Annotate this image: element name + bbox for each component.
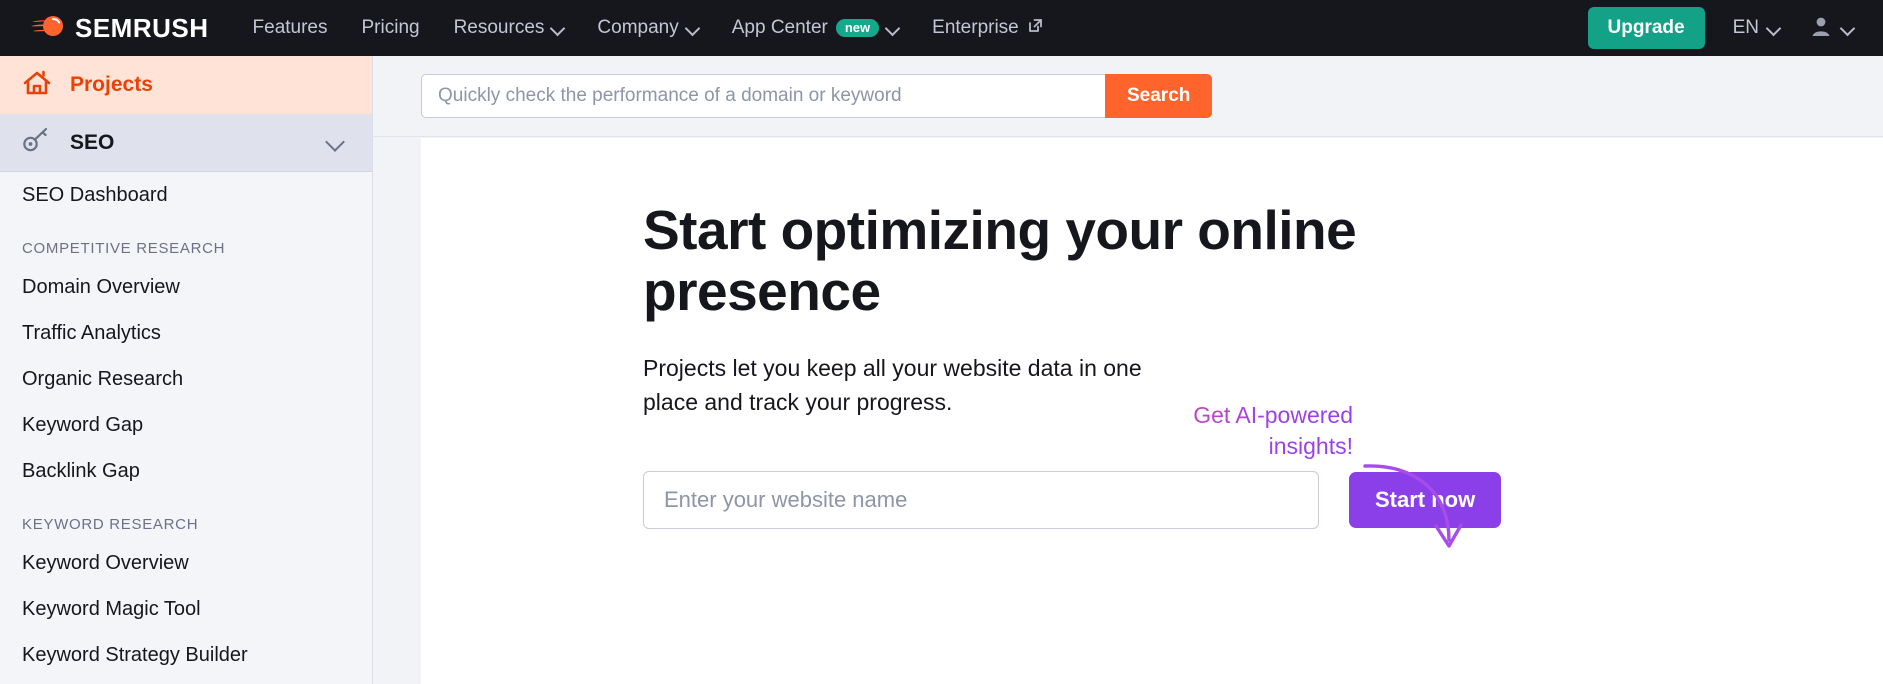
ai-insights-annotation: Get AI-powered insights! xyxy=(1113,400,1353,462)
hero-section: Start optimizing your online presence Pr… xyxy=(421,138,1883,548)
new-badge: new xyxy=(835,19,880,37)
website-form: Start now xyxy=(643,471,1883,530)
language-label: EN xyxy=(1732,17,1759,38)
nav-link-company[interactable]: Company xyxy=(597,17,697,39)
global-search-bar: Search xyxy=(373,56,1883,137)
page-title: Start optimizing your online presence xyxy=(643,199,1357,322)
sidebar-item-organic-research[interactable]: Organic Research xyxy=(0,356,372,402)
sidebar-item-keyword-magic-tool[interactable]: Keyword Magic Tool xyxy=(0,586,372,632)
nav-label: Enterprise xyxy=(932,17,1019,38)
sidebar-item-backlink-gap[interactable]: Backlink Gap xyxy=(0,448,372,494)
sidebar-item-seo[interactable]: SEO xyxy=(0,114,372,172)
chevron-down-icon[interactable] xyxy=(328,135,344,151)
website-name-input[interactable] xyxy=(643,471,1319,530)
sidebar-item-keyword-strategy-builder[interactable]: Keyword Strategy Builder xyxy=(0,632,372,678)
chevron-down-icon xyxy=(1768,23,1779,34)
semrush-comet-logo-icon xyxy=(30,13,64,44)
chevron-down-icon xyxy=(887,23,898,34)
language-selector[interactable]: EN xyxy=(1733,17,1779,39)
nav-link-features[interactable]: Features xyxy=(253,17,328,39)
nav-label: Resources xyxy=(453,17,545,38)
nav-link-pricing[interactable]: Pricing xyxy=(362,17,420,39)
upgrade-button[interactable]: Upgrade xyxy=(1587,7,1705,49)
sidebar-item-traffic-analytics[interactable]: Traffic Analytics xyxy=(0,310,372,356)
main-content: Search Start optimizing your online pres… xyxy=(373,56,1883,684)
sidebar-section-competitive-research: COMPETITIVE RESEARCH xyxy=(22,240,226,257)
nav-link-app-center[interactable]: App Center new xyxy=(732,17,898,39)
avatar-icon xyxy=(1809,14,1833,43)
sidebar: Projects SEO SEO Dashboard COMPETITIVE R… xyxy=(0,56,373,684)
sidebar-item-keyword-overview[interactable]: Keyword Overview xyxy=(0,540,372,586)
sidebar-item-label: Projects xyxy=(70,73,153,96)
nav-link-enterprise[interactable]: Enterprise xyxy=(932,17,1044,40)
home-icon xyxy=(22,69,52,102)
semrush-logo[interactable]: SEMRUSH xyxy=(30,13,209,44)
sidebar-item-seo-dashboard[interactable]: SEO Dashboard xyxy=(0,172,372,218)
nav-label: App Center xyxy=(731,17,828,38)
search-button[interactable]: Search xyxy=(1105,74,1213,118)
projects-welcome-card: Start optimizing your online presence Pr… xyxy=(421,138,1883,684)
sidebar-section-keyword-research: KEYWORD RESEARCH xyxy=(22,516,199,533)
search-input[interactable] xyxy=(421,74,1105,118)
user-account-menu[interactable] xyxy=(1809,14,1853,43)
key-icon xyxy=(22,127,52,158)
brand-name: SEMRUSH xyxy=(75,12,209,43)
nav-link-resources[interactable]: Resources xyxy=(454,17,564,39)
top-navigation-bar: SEMRUSH Features Pricing Resources Compa… xyxy=(0,0,1883,56)
sidebar-item-projects[interactable]: Projects xyxy=(0,56,372,114)
chevron-down-icon xyxy=(687,23,698,34)
curved-arrow-down-icon xyxy=(1361,458,1471,568)
chevron-down-icon xyxy=(1842,23,1853,34)
sidebar-item-keyword-gap[interactable]: Keyword Gap xyxy=(0,402,372,448)
sidebar-item-label: SEO xyxy=(70,130,115,154)
page-subtitle: Projects let you keep all your website d… xyxy=(643,355,1142,416)
nav-label: Company xyxy=(597,17,679,38)
nav-label: Pricing xyxy=(361,17,420,38)
nav-label: Features xyxy=(252,17,328,38)
sidebar-item-domain-overview[interactable]: Domain Overview xyxy=(0,264,372,310)
chevron-down-icon xyxy=(552,23,563,34)
external-link-icon xyxy=(1027,17,1044,40)
